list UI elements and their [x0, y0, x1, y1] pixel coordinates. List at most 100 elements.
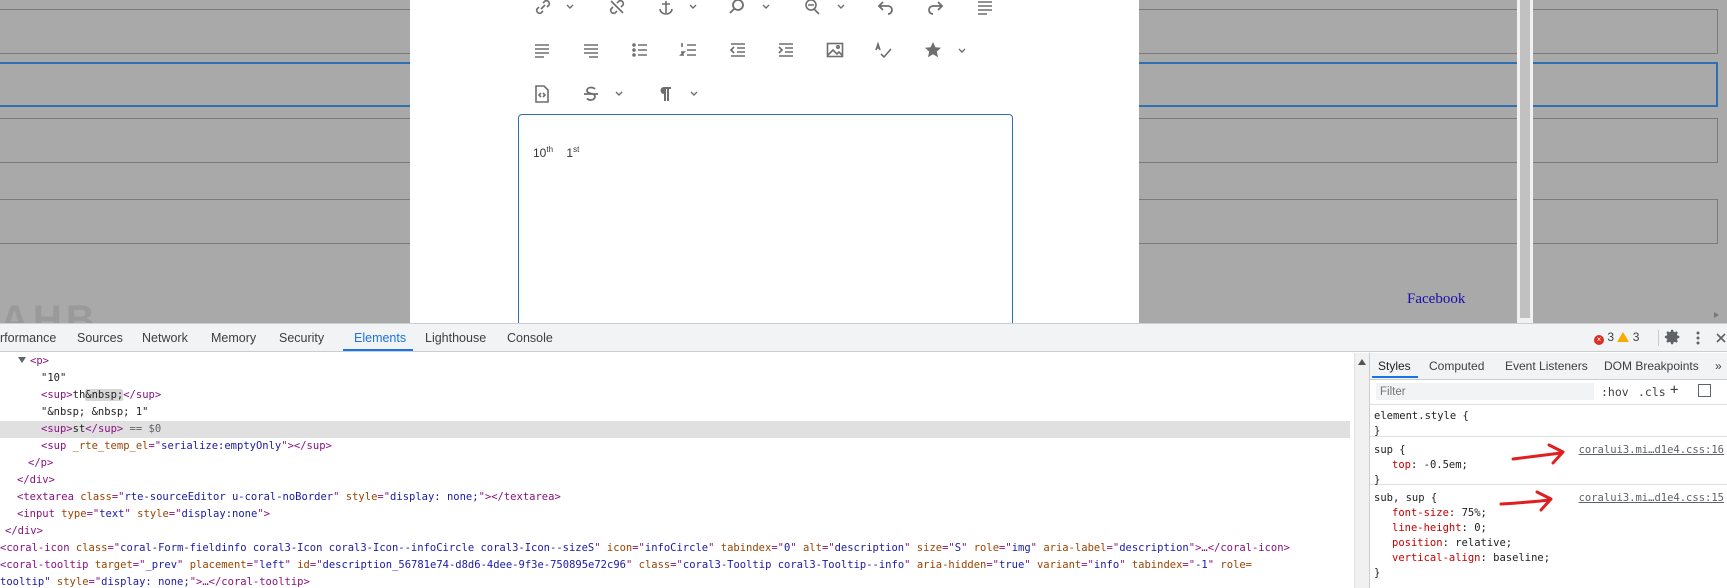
- chevron-down-icon[interactable]: [957, 44, 967, 54]
- dom-close-div[interactable]: </div>: [5, 523, 43, 540]
- align-left-icon[interactable]: [527, 37, 557, 63]
- css-declaration[interactable]: line-height: 0;: [1374, 521, 1727, 536]
- active-tab-indicator: [343, 349, 413, 351]
- source-edit-icon[interactable]: [527, 81, 557, 107]
- editor-content[interactable]: 10th 1st: [533, 145, 579, 160]
- css-value: relative;: [1455, 537, 1513, 549]
- dom-attr-name: id: [297, 559, 310, 571]
- spellcheck-icon[interactable]: [869, 37, 899, 63]
- chevron-down-icon[interactable]: [761, 0, 771, 10]
- tab-performance[interactable]: rformance: [0, 331, 56, 345]
- new-style-rule-icon[interactable]: +: [1670, 382, 1678, 398]
- dom-node-coral-icon[interactable]: <coral-icon class="coral-Form-fieldinfo …: [0, 540, 1290, 557]
- dom-attr-value: coral3-Tooltip coral3-Tooltip--info: [682, 559, 905, 571]
- chevron-down-icon[interactable]: [689, 87, 699, 97]
- dom-node-coral-tooltip[interactable]: <coral-tooltip target="_prev" placement=…: [0, 557, 1252, 574]
- tab-event-listeners[interactable]: Event Listeners: [1505, 359, 1588, 373]
- facebook-link[interactable]: Facebook: [1407, 291, 1465, 308]
- dialog-scrollbar[interactable]: [1517, 0, 1533, 323]
- page-viewport: AHB Facebook 10th 1st: [0, 0, 1727, 323]
- rule-source-link[interactable]: coralui3.mi…d1e4.css:15: [1579, 491, 1724, 506]
- replace-icon[interactable]: [797, 0, 827, 20]
- image-icon[interactable]: [820, 37, 850, 63]
- dom-text-node[interactable]: "&nbsp; &nbsp; 1": [41, 404, 148, 421]
- anchor-icon[interactable]: [651, 0, 681, 20]
- styles-filter-input[interactable]: [1376, 383, 1594, 400]
- tab-network[interactable]: Network: [142, 331, 188, 345]
- star-icon[interactable]: [918, 37, 948, 63]
- dom-attr-value: img: [1011, 542, 1031, 554]
- expand-triangle-icon[interactable]: [18, 357, 26, 363]
- align-right-icon[interactable]: [576, 37, 606, 63]
- chevron-down-icon[interactable]: [565, 0, 575, 10]
- numbered-list-icon[interactable]: [674, 37, 704, 63]
- dom-attr-name: class: [638, 559, 671, 571]
- warning-icon: [1617, 332, 1630, 342]
- tab-sources[interactable]: Sources: [77, 331, 123, 345]
- css-value: 0;: [1474, 522, 1487, 534]
- dom-attr-value: info: [1093, 559, 1120, 571]
- tab-computed[interactable]: Computed: [1429, 359, 1484, 373]
- annotation-arrow: [1499, 490, 1553, 512]
- text-10: 10: [533, 146, 547, 160]
- dom-node-sup[interactable]: <sup>th&nbsp;</sup>: [41, 387, 161, 404]
- dom-node-p[interactable]: <p>: [18, 353, 49, 370]
- link-icon[interactable]: [528, 0, 558, 20]
- chevron-down-icon[interactable]: [688, 0, 698, 10]
- bulleted-list-icon[interactable]: [625, 37, 655, 63]
- tab-console[interactable]: Console: [507, 331, 553, 345]
- tab-security[interactable]: Security: [279, 331, 324, 345]
- dom-attr-value: left: [259, 559, 285, 571]
- tab-lighthouse[interactable]: Lighthouse: [425, 331, 486, 345]
- unlink-icon[interactable]: [602, 0, 632, 20]
- toggle-sidebar-icon[interactable]: [1698, 384, 1711, 397]
- outdent-icon[interactable]: [723, 37, 753, 63]
- dom-tag-name: <coral-icon: [0, 542, 70, 554]
- css-property: font-size: [1392, 507, 1449, 519]
- strikethrough-style-icon[interactable]: [576, 81, 606, 107]
- pilcrow-icon[interactable]: [650, 81, 680, 107]
- indent-icon[interactable]: [771, 37, 801, 63]
- tab-styles[interactable]: Styles: [1378, 359, 1411, 373]
- dom-node-input[interactable]: <input type="text" style="display:none">: [17, 506, 270, 523]
- tab-memory[interactable]: Memory: [211, 331, 256, 345]
- elements-scrollbar[interactable]: [1354, 353, 1369, 588]
- dom-node-sup-selected[interactable]: <sup>st</sup> == $0: [0, 421, 1350, 438]
- dom-node-textarea[interactable]: <textarea class="rte-sourceEditor u-cora…: [17, 489, 561, 506]
- issue-counters[interactable]: × 3 3: [1594, 330, 1639, 345]
- css-declaration[interactable]: position: relative;: [1374, 536, 1727, 551]
- dom-attr-name: size: [916, 542, 943, 554]
- dom-tag-name: <coral-tooltip: [0, 559, 89, 571]
- dom-attr-name: tabindex: [1131, 559, 1183, 571]
- more-options-icon[interactable]: [1692, 328, 1704, 348]
- class-toggle[interactable]: .cls: [1638, 385, 1666, 399]
- rich-text-editor[interactable]: 10th 1st: [518, 114, 1013, 323]
- more-tabs-icon[interactable]: »: [1715, 359, 1722, 373]
- dom-close-div[interactable]: </div>: [17, 472, 55, 489]
- tab-dom-breakpoints[interactable]: DOM Breakpoints: [1604, 359, 1699, 373]
- chevron-down-icon[interactable]: [836, 0, 846, 10]
- dom-close-tag: …</coral-icon>: [1201, 542, 1290, 554]
- hover-state-toggle[interactable]: :hov: [1601, 385, 1629, 399]
- tab-elements[interactable]: Elements: [354, 331, 406, 345]
- close-icon[interactable]: [1714, 330, 1727, 346]
- dom-node-sup-temp[interactable]: <sup _rte_temp_el="serialize:emptyOnly">…: [41, 438, 332, 455]
- elements-tree: <p> "10" <sup>th&nbsp;</sup> "&nbsp; &nb…: [0, 353, 1354, 588]
- dom-attr-value: description_56781e74-d8d6-4dee-9f3e-7508…: [322, 559, 626, 571]
- error-icon: ×: [1594, 335, 1604, 345]
- rule-source-link[interactable]: coralui3.mi…d1e4.css:16: [1579, 443, 1724, 458]
- paragraph-format-icon[interactable]: [970, 0, 1000, 20]
- element-style-rule[interactable]: element.style { }: [1370, 405, 1727, 437]
- dom-node-coral-tooltip-cont[interactable]: tooltip" style="display: none;">…</coral…: [0, 574, 310, 588]
- dom-attr-value: -1: [1195, 559, 1208, 571]
- settings-gear-icon[interactable]: [1664, 328, 1684, 348]
- redo-icon[interactable]: [920, 0, 950, 20]
- css-declaration[interactable]: vertical-align: baseline;: [1374, 551, 1727, 566]
- undo-icon[interactable]: [871, 0, 901, 20]
- dom-close-p[interactable]: </p>: [28, 455, 53, 472]
- dom-attr-value: coral-Form-fieldinfo coral3-Icon coral3-…: [120, 542, 595, 554]
- dom-text-node[interactable]: "10": [41, 370, 66, 387]
- chevron-down-icon[interactable]: [614, 87, 624, 97]
- scroll-right-arrow[interactable]: [1714, 312, 1719, 318]
- find-icon[interactable]: [722, 0, 752, 20]
